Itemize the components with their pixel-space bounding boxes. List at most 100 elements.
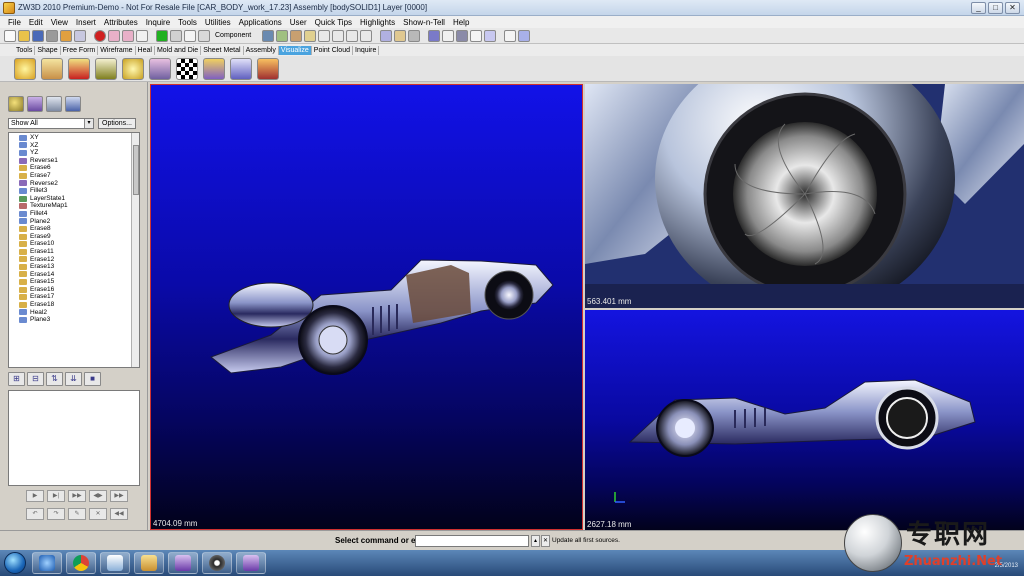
menu-quick-tips[interactable]: Quick Tips <box>315 18 352 27</box>
light-icon[interactable] <box>14 57 36 80</box>
delete-icon[interactable] <box>136 29 148 42</box>
tab-free-form[interactable]: Free Form <box>61 45 99 55</box>
edit-part-icon[interactable] <box>304 29 317 42</box>
history-item[interactable]: Erase16 <box>9 286 139 294</box>
tree-hierarchy-icon[interactable]: ⊟ <box>27 372 44 386</box>
tree-filter-icon[interactable]: ⇊ <box>65 372 82 386</box>
maximize-button[interactable]: □ <box>988 2 1003 14</box>
arrow-up-left-icon[interactable] <box>332 29 345 42</box>
start-button-icon[interactable] <box>4 552 26 574</box>
menu-help[interactable]: Help <box>453 18 469 27</box>
tab-mold-and-die[interactable]: Mold and Die <box>155 45 202 55</box>
line-style-icon[interactable] <box>504 29 517 42</box>
redo-icon[interactable] <box>122 29 134 42</box>
viewport-perspective[interactable]: 4704.09 mm <box>150 84 583 530</box>
iso-view-icon[interactable] <box>442 29 455 42</box>
history-item[interactable]: Heal2 <box>9 309 139 317</box>
hand-icon[interactable] <box>41 57 63 80</box>
history-item[interactable]: Erase6 <box>9 164 139 172</box>
history-item[interactable]: Fillet4 <box>9 210 139 218</box>
taskbar-media-button[interactable] <box>100 552 130 574</box>
shaded-view-icon[interactable] <box>456 29 469 42</box>
history-item[interactable]: Erase17 <box>9 293 139 301</box>
taskbar-chrome-button[interactable] <box>66 552 96 574</box>
taskbar-ie-button[interactable] <box>32 552 62 574</box>
history-item[interactable]: TextureMap1 <box>9 202 139 210</box>
save-icon[interactable] <box>32 29 44 42</box>
tab-wireframe[interactable]: Wireframe <box>98 45 136 55</box>
step-icon[interactable]: ▶| <box>47 490 65 502</box>
menu-tools[interactable]: Tools <box>178 18 197 27</box>
tree-sort-icon[interactable]: ⇅ <box>46 372 63 386</box>
history-item[interactable]: Erase18 <box>9 301 139 309</box>
view-cube-icon[interactable] <box>428 29 441 42</box>
history-item[interactable]: Erase11 <box>9 248 139 256</box>
menu-show-n-tell[interactable]: Show-n-Tell <box>403 18 445 27</box>
tab-heal[interactable]: Heal <box>136 45 155 55</box>
history-item[interactable]: XY <box>9 134 139 142</box>
image-icon[interactable] <box>290 29 303 42</box>
pencil-icon[interactable] <box>60 29 72 42</box>
command-input[interactable] <box>415 535 529 547</box>
tab-inquire[interactable]: Inquire <box>353 45 380 55</box>
history-item[interactable]: Fillet3 <box>9 187 139 195</box>
menu-applications[interactable]: Applications <box>239 18 282 27</box>
open-folder-icon[interactable] <box>18 29 30 42</box>
tab-tools[interactable]: Tools <box>14 45 36 55</box>
filter-icon[interactable] <box>170 29 182 42</box>
play-icon[interactable]: ▶ <box>26 490 44 502</box>
history-tab-icon[interactable] <box>8 96 24 112</box>
history-item[interactable]: Erase14 <box>9 271 139 279</box>
history-item[interactable]: Reverse1 <box>9 157 139 165</box>
viewport-side[interactable]: 2627.18 mm <box>585 310 1024 530</box>
regen-icon[interactable] <box>156 29 168 42</box>
scroll-thumb[interactable] <box>133 145 139 195</box>
command-history-icon[interactable]: ▴ <box>531 535 540 547</box>
menu-insert[interactable]: Insert <box>76 18 96 27</box>
options-button[interactable]: Options... <box>98 118 136 129</box>
color-swatch-icon[interactable] <box>518 29 531 42</box>
history-item[interactable]: Erase8 <box>9 225 139 233</box>
history-item[interactable]: Reverse2 <box>9 180 139 188</box>
assembly-tab-icon[interactable] <box>27 96 43 112</box>
rotate-icon[interactable] <box>318 29 331 42</box>
play-to-end-icon[interactable]: ▶▶ <box>110 490 128 502</box>
delete-light-icon[interactable] <box>68 57 90 80</box>
checker-texture-icon[interactable] <box>176 57 198 80</box>
zoom-icon[interactable] <box>408 29 421 42</box>
texture-map-icon[interactable] <box>203 57 225 80</box>
history-item[interactable]: Plane3 <box>9 316 139 324</box>
menu-inquire[interactable]: Inquire <box>146 18 170 27</box>
chevron-down-icon[interactable]: ▾ <box>84 119 93 128</box>
rollback-icon[interactable]: ↶ <box>26 508 44 520</box>
viewport-closeup[interactable]: 563.401 mm <box>585 84 1024 308</box>
bulb-icon[interactable] <box>122 57 144 80</box>
history-item[interactable]: Erase13 <box>9 263 139 271</box>
history-item[interactable]: XZ <box>9 142 139 150</box>
menu-user[interactable]: User <box>290 18 307 27</box>
menu-file[interactable]: File <box>8 18 21 27</box>
taskbar-zw3d-button[interactable] <box>168 552 198 574</box>
history-scrollbar[interactable] <box>131 133 139 367</box>
all-lights-icon[interactable] <box>95 57 117 80</box>
history-filter-select[interactable]: Show All ▾ <box>8 118 94 129</box>
wire-view-icon[interactable] <box>484 29 497 42</box>
history-item[interactable]: Erase7 <box>9 172 139 180</box>
tools-tab-icon[interactable] <box>65 96 81 112</box>
component-label[interactable]: Component <box>212 32 254 39</box>
pick-icon[interactable] <box>184 29 196 42</box>
minimize-button[interactable]: _ <box>971 2 986 14</box>
history-item[interactable]: Erase9 <box>9 233 139 241</box>
layer-icon[interactable] <box>276 29 289 42</box>
stop-icon[interactable] <box>94 29 106 42</box>
zoom-fit-icon[interactable] <box>380 29 393 42</box>
delete-feature-icon[interactable]: ✕ <box>89 508 107 520</box>
rewind-icon[interactable]: ◀◀ <box>110 508 128 520</box>
menu-utilities[interactable]: Utilities <box>205 18 231 27</box>
monitor-icon[interactable] <box>262 29 275 42</box>
menu-attributes[interactable]: Attributes <box>104 18 138 27</box>
tab-sheet-metal[interactable]: Sheet Metal <box>201 45 244 55</box>
history-item[interactable]: Plane2 <box>9 218 139 226</box>
taskbar-zw3d-button-2[interactable] <box>236 552 266 574</box>
history-item[interactable]: Erase10 <box>9 240 139 248</box>
